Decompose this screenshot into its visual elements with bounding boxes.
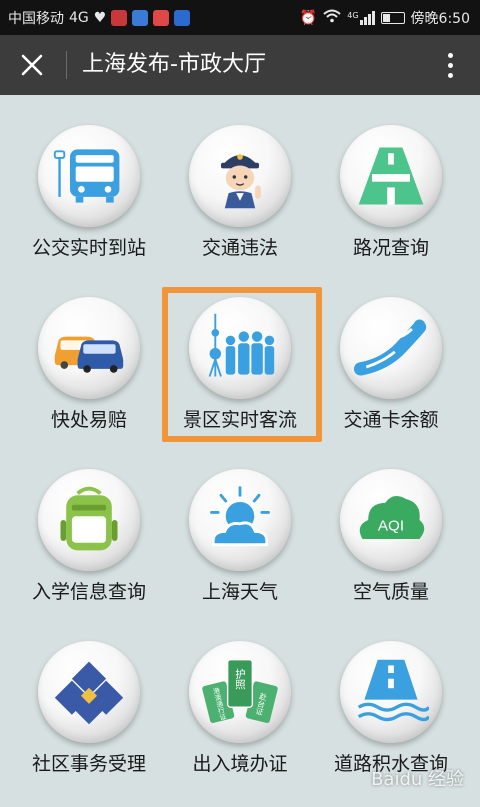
backpack-icon [60,486,118,551]
close-icon[interactable] [20,53,44,77]
waterlogging-icon [357,659,429,722]
app-header: 上海发布-市政大厅 [0,35,480,95]
service-label: 上海天气 [201,581,278,603]
transport-card-icon [353,319,427,376]
service-scenic-crowd[interactable]: 景区实时客流 [165,267,315,437]
service-label: 公交实时到站 [31,237,146,259]
alarm-icon: ⏰ [299,10,318,26]
watermark-text: Baidu 经验 [371,769,464,790]
network-type: 4G [69,10,89,26]
traffic-police-icon [221,154,261,209]
service-road-waterlogging[interactable]: 道路积水查询 [316,611,466,781]
service-label: 入学信息查询 [31,581,146,603]
battery-icon [380,12,405,24]
service-quick-claim[interactable]: 快处易赔 [14,267,164,437]
service-label: 交通违法 [201,237,278,259]
service-exit-entry[interactable]: 港澳通行证 赴台证 护照 出入境办证 [165,611,315,781]
service-traffic-violation[interactable]: 交通违法 [165,95,315,265]
service-road-conditions[interactable]: 路况查询 [316,95,466,265]
service-label: 景区实时客流 [182,409,297,431]
page-title: 上海发布-市政大厅 [82,52,266,77]
service-label: 快处易赔 [50,409,127,431]
passport-text: 护照 [234,667,246,689]
passport-cards-icon: 港澳通行证 赴台证 护照 [202,658,278,724]
service-label: 交通卡余额 [343,409,439,431]
more-options-icon[interactable] [446,51,454,79]
cars-icon [54,336,124,373]
header-divider [66,51,67,79]
service-label: 社区事务受理 [31,753,146,775]
service-label: 路况查询 [352,237,429,259]
sticker-app-icon [174,10,191,26]
tower-crowd-icon [208,313,275,377]
service-label: 出入境办证 [192,753,288,775]
browser-app-icon [132,10,149,26]
service-air-quality[interactable]: AQI 空气质量 [316,439,466,609]
service-enrollment-info[interactable]: 入学信息查询 [14,439,164,609]
service-bus-arrival[interactable]: 公交实时到站 [14,95,164,265]
signal-icon: 4G [347,11,375,25]
service-transport-card[interactable]: 交通卡余额 [316,267,466,437]
road-icon [358,147,424,205]
weather-icon [210,486,270,547]
heart-icon: ♥ [93,10,107,26]
wifi-icon [323,9,341,27]
aqi-cloud-icon: AQI [359,496,425,539]
news-app-icon [111,10,128,26]
map-app-icon [153,10,170,26]
status-bar: 中国移动 4G ♥ ⏰ 4G 傍晚6:50 [0,0,480,35]
clock-time: 傍晚6:50 [410,11,470,27]
aqi-text: AQI [378,517,404,534]
signal-network-label: 4G [347,11,359,20]
service-label: 空气质量 [352,581,429,603]
carrier-name: 中国移动 [8,11,64,27]
service-community-affairs[interactable]: 社区事务受理 [14,611,164,781]
bus-icon [53,149,120,203]
community-icon [54,661,124,725]
service-shanghai-weather[interactable]: 上海天气 [165,439,315,609]
